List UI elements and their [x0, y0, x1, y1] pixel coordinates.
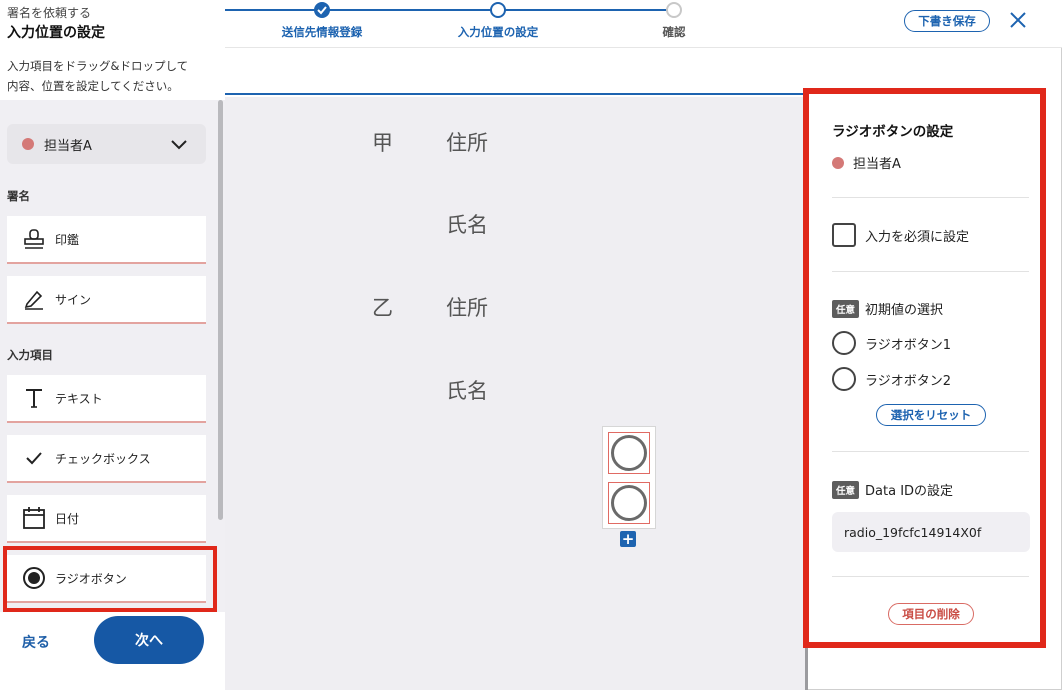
doc-address-a: 住所 — [446, 131, 488, 155]
placed-radio-group[interactable] — [602, 426, 656, 529]
doc-name-b: 氏名 — [446, 379, 488, 403]
section-label-input: 入力項目 — [7, 348, 53, 362]
panel-assignee: 担当者A — [832, 153, 901, 172]
tool-label: 印鑑 — [55, 232, 80, 247]
stepper-line-active — [498, 9, 673, 11]
option-label: ラジオボタン1 — [865, 337, 952, 353]
dataid-label: Data IDの設定 — [865, 484, 954, 499]
tool-label: サイン — [55, 292, 92, 307]
reset-selection-button[interactable]: 選択をリセット — [876, 404, 986, 426]
step-1-label: 送信先情報登録 — [281, 25, 363, 39]
divider — [832, 576, 1029, 577]
check-icon — [21, 445, 47, 471]
dataid-heading: 任意 Data IDの設定 — [832, 480, 953, 499]
doc-party-a: 甲 — [372, 131, 393, 155]
document-toolbar — [225, 48, 807, 95]
checkbox-icon — [832, 223, 856, 247]
next-button[interactable]: 次へ — [94, 616, 204, 664]
assignee-select[interactable]: 担当者A — [7, 124, 206, 164]
radio-unchecked-icon — [832, 331, 856, 355]
save-draft-button[interactable]: 下書き保存 — [904, 10, 990, 32]
breadcrumb: 署名を依頼する — [7, 6, 92, 20]
instruction-line: 内容、位置を設定してください。 — [7, 79, 179, 93]
text-icon — [21, 385, 47, 411]
instruction-line: 入力項目をドラッグ&ドロップして — [7, 59, 189, 73]
radio-circle-icon — [611, 435, 647, 471]
close-icon[interactable] — [1008, 10, 1028, 30]
tool-text[interactable]: テキスト — [7, 375, 206, 423]
default-value-heading: 任意 初期値の選択 — [832, 299, 943, 318]
tool-stamp[interactable]: 印鑑 — [7, 216, 206, 264]
placed-radio-1[interactable] — [608, 432, 650, 474]
panel-title: ラジオボタンの設定 — [832, 124, 954, 140]
divider — [832, 197, 1029, 198]
selected-tool-highlight — [3, 546, 217, 612]
default-option-2[interactable]: ラジオボタン2 — [832, 367, 951, 391]
optional-badge: 任意 — [832, 480, 860, 499]
step-3-label: 確認 — [662, 25, 686, 39]
tool-label: チェックボックス — [55, 451, 151, 466]
tool-label: 日付 — [55, 511, 80, 526]
delete-item-button[interactable]: 項目の削除 — [888, 603, 974, 625]
sidebar-scrollbar[interactable] — [218, 100, 223, 520]
tool-sign[interactable]: サイン — [7, 276, 206, 324]
plus-icon: + — [621, 529, 635, 548]
default-value-label: 初期値の選択 — [865, 303, 944, 318]
assignee-color-dot — [22, 138, 34, 150]
step-2-dot — [490, 2, 506, 18]
default-option-1[interactable]: ラジオボタン1 — [832, 331, 951, 355]
page-title: 入力位置の設定 — [7, 25, 105, 41]
stepper-line-done — [225, 9, 498, 11]
add-radio-button[interactable]: + — [620, 531, 636, 547]
step-3-dot — [666, 2, 682, 18]
doc-party-b: 乙 — [372, 296, 393, 320]
radio-unchecked-icon — [832, 367, 856, 391]
tool-checkbox[interactable]: チェックボックス — [7, 435, 206, 483]
panel-assignee-name: 担当者A — [853, 157, 901, 172]
divider — [832, 271, 1029, 272]
step-2-label: 入力位置の設定 — [457, 25, 539, 39]
divider — [832, 451, 1029, 452]
tool-label: テキスト — [55, 391, 103, 406]
document-canvas[interactable] — [225, 97, 807, 690]
dataid-input[interactable] — [832, 512, 1030, 552]
radio-circle-icon — [611, 485, 647, 521]
stamp-icon — [21, 226, 47, 252]
instruction-text: 入力項目をドラッグ&ドロップして 内容、位置を設定してください。 — [7, 56, 217, 96]
pen-icon — [21, 286, 47, 312]
option-label: ラジオボタン2 — [865, 373, 952, 389]
placed-radio-2[interactable] — [608, 482, 650, 524]
back-button[interactable]: 戻る — [22, 632, 50, 652]
optional-badge: 任意 — [832, 299, 860, 318]
check-icon — [317, 6, 327, 15]
step-1-dot — [314, 2, 330, 18]
doc-name-a: 氏名 — [446, 213, 488, 237]
chevron-down-icon — [171, 140, 187, 150]
assignee-name: 担当者A — [44, 138, 92, 154]
required-checkbox[interactable]: 入力を必須に設定 — [832, 223, 969, 247]
required-label: 入力を必須に設定 — [865, 229, 970, 245]
assignee-color-dot — [832, 156, 844, 169]
calendar-icon — [21, 505, 47, 531]
tool-date[interactable]: 日付 — [7, 495, 206, 543]
section-label-signature: 署名 — [7, 189, 30, 203]
sidebar-header: 署名を依頼する 入力位置の設定 入力項目をドラッグ&ドロップして 内容、位置を設… — [0, 0, 225, 100]
doc-address-b: 住所 — [446, 296, 488, 320]
